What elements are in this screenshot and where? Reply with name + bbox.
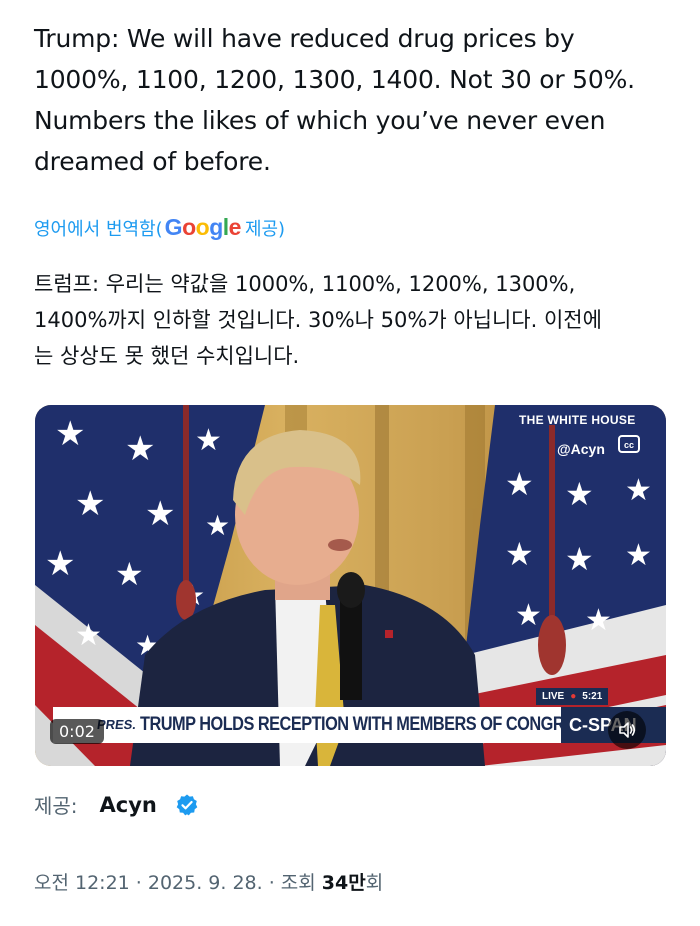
tweet-text: Trump: We will have reduced drug prices … [34, 24, 635, 176]
svg-text:★: ★ [75, 618, 102, 653]
svg-text:★: ★ [585, 603, 612, 638]
svg-text:★: ★ [505, 465, 534, 503]
live-time: 5:21 [582, 691, 603, 702]
white-house-watermark: THE WHITE HOUSE [519, 413, 636, 427]
svg-text:★: ★ [515, 598, 542, 633]
svg-text:★: ★ [195, 423, 222, 458]
creator-handle-overlay: @Acyn [557, 441, 605, 457]
svg-text:cc: cc [624, 440, 634, 450]
speaker-icon [619, 722, 636, 738]
source-account-name[interactable]: Acyn [100, 793, 157, 817]
closed-captions-icon[interactable]: cc [618, 435, 640, 463]
view-count: 34만 [321, 872, 366, 894]
tweet-metadata: 오전 12:21 · 2025. 9. 28. · 조회 34만 회 [34, 868, 383, 895]
svg-text:★: ★ [625, 538, 652, 573]
svg-text:★: ★ [125, 429, 155, 469]
google-logo-letter: e [228, 214, 242, 240]
live-indicator: LIVE ● 5:21 [536, 688, 609, 705]
google-logo-letter: o [182, 214, 196, 240]
google-logo-letter: o [195, 214, 210, 240]
verified-badge-icon [176, 794, 198, 815]
svg-text:★: ★ [565, 475, 594, 513]
news-chyron: PRES. TRUMP HOLDS RECEPTION WITH MEMBERS… [53, 707, 666, 743]
svg-text:★: ★ [45, 544, 75, 584]
chyron-headline: TRUMP HOLDS RECEPTION WITH MEMBERS OF CO… [140, 714, 596, 735]
google-logo-letter: g [209, 214, 223, 240]
svg-text:★: ★ [565, 540, 594, 578]
live-dot-icon: ● [570, 691, 577, 702]
live-label: LIVE [542, 691, 565, 702]
svg-text:★: ★ [115, 555, 144, 593]
google-logo-letter: G [164, 214, 183, 240]
translation-suffix: 제공) [244, 218, 286, 240]
svg-text:★: ★ [55, 414, 85, 454]
mute-button[interactable] [608, 711, 646, 749]
svg-text:★: ★ [75, 484, 105, 524]
video-source-row: 제공: Acyn [34, 790, 199, 819]
view-count-unit: 회 [365, 872, 384, 894]
video-timecode: 0:02 [50, 719, 104, 744]
svg-text:★: ★ [505, 535, 534, 573]
google-logo: Google [164, 214, 242, 241]
svg-text:★: ★ [625, 473, 652, 508]
source-label: 제공: [34, 794, 78, 818]
translation-prefix: 영어에서 번역함( [34, 218, 163, 240]
svg-text:★: ★ [205, 509, 230, 542]
svg-text:★: ★ [145, 494, 175, 534]
translation-attribution[interactable]: 영어에서 번역함( Google 제공) [34, 214, 285, 241]
video-player[interactable]: ★★★ ★★★ ★★★ ★★ ★★★ ★★★ ★★ [35, 405, 666, 766]
tweet-timestamp[interactable]: 오전 12:21 · 2025. 9. 28. · 조회 [34, 868, 316, 895]
translated-tweet-text: 트럼프: 우리는 약값을 1000%, 1100%, 1200%, 1300%,… [34, 272, 602, 368]
